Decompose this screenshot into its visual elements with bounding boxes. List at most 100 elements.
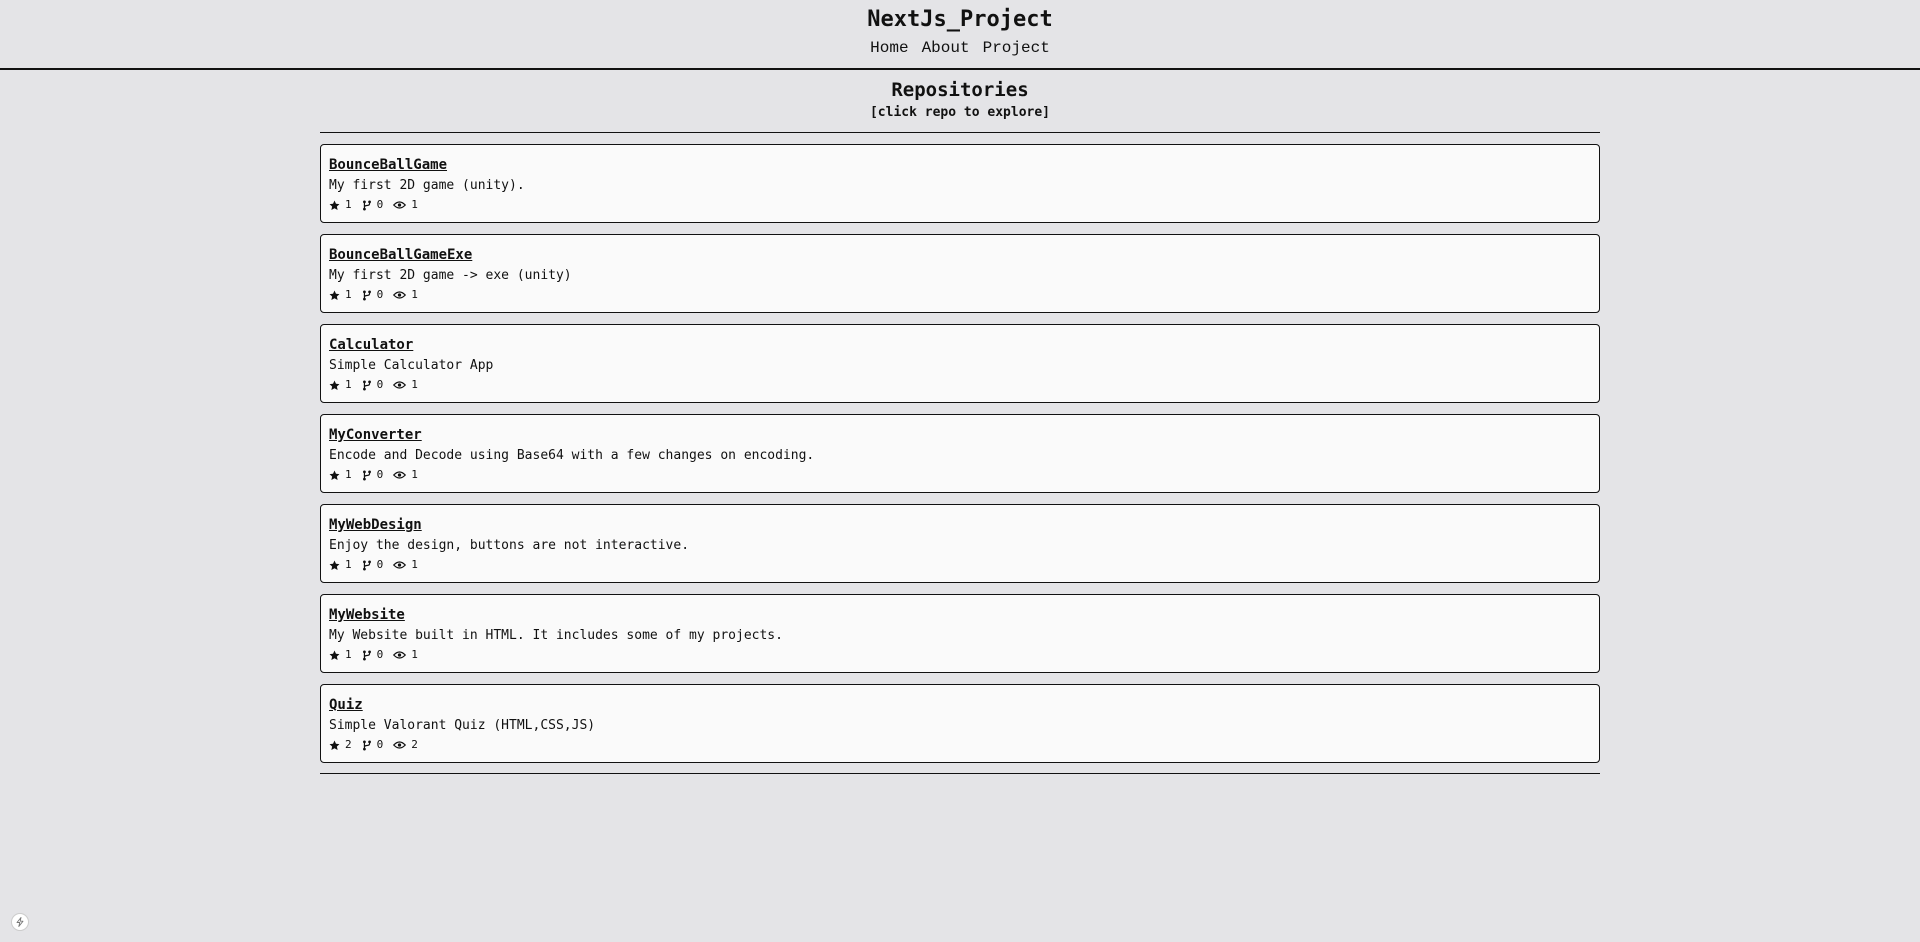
repo-description: Simple Calculator App — [329, 358, 494, 373]
main-content: Repositories [click repo to explore] Bou… — [320, 78, 1600, 774]
repo-forks-count: 0 — [376, 648, 384, 661]
nav-about-link[interactable]: About — [922, 39, 970, 57]
star-icon — [329, 470, 340, 481]
fork-icon — [362, 649, 372, 661]
repo-stats: 1 0 1 — [329, 198, 1591, 212]
repo-forks-stat: 0 — [362, 738, 384, 752]
repo-stats: 1 0 1 — [329, 648, 1591, 662]
repo-stats: 2 0 2 — [329, 738, 1591, 752]
repo-forks-stat: 0 — [362, 468, 384, 482]
eye-icon — [393, 740, 407, 750]
repo-stars-stat: 1 — [329, 648, 352, 662]
repo-watchers-stat: 1 — [393, 468, 418, 482]
repo-stars-stat: 1 — [329, 558, 352, 572]
repo-name-link[interactable]: Quiz — [329, 696, 363, 714]
repo-stars-stat: 1 — [329, 378, 352, 392]
repo-card[interactable]: Quiz Simple Valorant Quiz (HTML,CSS,JS) 2 0… — [320, 684, 1600, 763]
repo-card[interactable]: MyWebsite My Website built in HTML. It in… — [320, 594, 1600, 673]
top-divider — [320, 132, 1600, 133]
repo-card[interactable]: MyConverter Encode and Decode using Base6… — [320, 414, 1600, 493]
repo-stars-count: 2 — [345, 738, 352, 751]
nav-home-link[interactable]: Home — [870, 39, 908, 57]
star-icon — [329, 380, 340, 391]
repo-stars-count: 1 — [345, 378, 352, 391]
repo-watchers-stat: 1 — [393, 378, 418, 392]
repo-name-link[interactable]: BounceBallGameExe — [329, 246, 472, 264]
repo-stars-count: 1 — [345, 468, 352, 481]
bottom-divider — [320, 773, 1600, 774]
repo-watchers-count: 1 — [411, 648, 418, 661]
lightning-icon[interactable] — [11, 913, 29, 931]
repo-forks-stat: 0 — [362, 288, 384, 302]
repo-stats: 1 0 1 — [329, 378, 1591, 392]
star-icon — [329, 560, 340, 571]
star-icon — [329, 650, 340, 661]
eye-icon — [393, 650, 407, 660]
repo-card[interactable]: Calculator Simple Calculator App 1 0 1 — [320, 324, 1600, 403]
repo-description: Encode and Decode using Base64 with a fe… — [329, 448, 815, 463]
repo-name-link[interactable]: MyWebsite — [329, 606, 405, 624]
repo-watchers-stat: 1 — [393, 558, 418, 572]
repo-card[interactable]: BounceBallGame My first 2D game (unity). 1… — [320, 144, 1600, 223]
repo-description: My first 2D game -> exe (unity) — [329, 268, 572, 283]
repo-forks-stat: 0 — [362, 198, 384, 212]
fork-icon — [362, 379, 372, 391]
repo-name-link[interactable]: Calculator — [329, 336, 413, 354]
site-title: NextJs_Project — [867, 7, 1053, 32]
nav-project-link[interactable]: Project — [983, 39, 1050, 57]
repo-description: My first 2D game (unity). — [329, 178, 525, 193]
repo-list: BounceBallGame My first 2D game (unity). 1… — [320, 144, 1600, 763]
repo-stars-count: 1 — [345, 558, 352, 571]
repo-stats: 1 0 1 — [329, 468, 1591, 482]
repo-stats: 1 0 1 — [329, 558, 1591, 572]
repo-card[interactable]: MyWebDesign Enjoy the design, buttons are… — [320, 504, 1600, 583]
repo-name-link[interactable]: BounceBallGame — [329, 156, 447, 174]
eye-icon — [393, 380, 407, 390]
repo-watchers-count: 1 — [411, 288, 418, 301]
repo-stars-count: 1 — [345, 198, 352, 211]
fork-icon — [362, 739, 372, 751]
eye-icon — [393, 470, 407, 480]
repo-watchers-count: 1 — [411, 198, 418, 211]
repo-forks-count: 0 — [376, 468, 384, 481]
page-title: Repositories — [891, 79, 1029, 101]
repo-stars-stat: 1 — [329, 288, 352, 302]
repo-description: My Website built in HTML. It includes so… — [329, 628, 783, 643]
repo-name-link[interactable]: MyWebDesign — [329, 516, 422, 534]
repo-forks-count: 0 — [376, 558, 384, 571]
repo-forks-count: 0 — [376, 288, 384, 301]
repo-watchers-stat: 1 — [393, 198, 418, 212]
repo-forks-stat: 0 — [362, 558, 384, 572]
repo-watchers-stat: 2 — [393, 738, 418, 752]
eye-icon — [393, 560, 407, 570]
star-icon — [329, 200, 340, 211]
repo-card[interactable]: BounceBallGameExe My first 2D game -> exe… — [320, 234, 1600, 313]
main-nav: Home About Project — [0, 39, 1920, 57]
repo-watchers-count: 1 — [411, 558, 418, 571]
repo-watchers-stat: 1 — [393, 288, 418, 302]
repo-description: Enjoy the design, buttons are not intera… — [329, 538, 690, 553]
repo-name-link[interactable]: MyConverter — [329, 426, 422, 444]
repo-stars-stat: 1 — [329, 198, 352, 212]
repo-stars-count: 1 — [345, 648, 352, 661]
repo-stats: 1 0 1 — [329, 288, 1591, 302]
fork-icon — [362, 469, 372, 481]
repo-forks-stat: 0 — [362, 378, 383, 392]
star-icon — [329, 740, 340, 751]
repo-forks-stat: 0 — [362, 648, 384, 662]
repo-watchers-stat: 1 — [393, 648, 418, 662]
repo-stars-stat: 1 — [329, 468, 352, 482]
star-icon — [329, 290, 340, 301]
repo-watchers-count: 2 — [411, 738, 418, 751]
repo-forks-count: 0 — [376, 198, 384, 211]
repo-stars-stat: 2 — [329, 738, 352, 752]
repo-description: Simple Valorant Quiz (HTML,CSS,JS) — [329, 718, 596, 733]
repo-forks-count: 0 — [376, 738, 384, 751]
eye-icon — [393, 200, 407, 210]
site-header: NextJs_Project Home About Project — [0, 0, 1920, 70]
fork-icon — [362, 559, 372, 571]
fork-icon — [362, 199, 372, 211]
repo-watchers-count: 1 — [411, 468, 418, 481]
eye-icon — [393, 290, 407, 300]
page-subtitle: [click repo to explore] — [869, 105, 1050, 120]
